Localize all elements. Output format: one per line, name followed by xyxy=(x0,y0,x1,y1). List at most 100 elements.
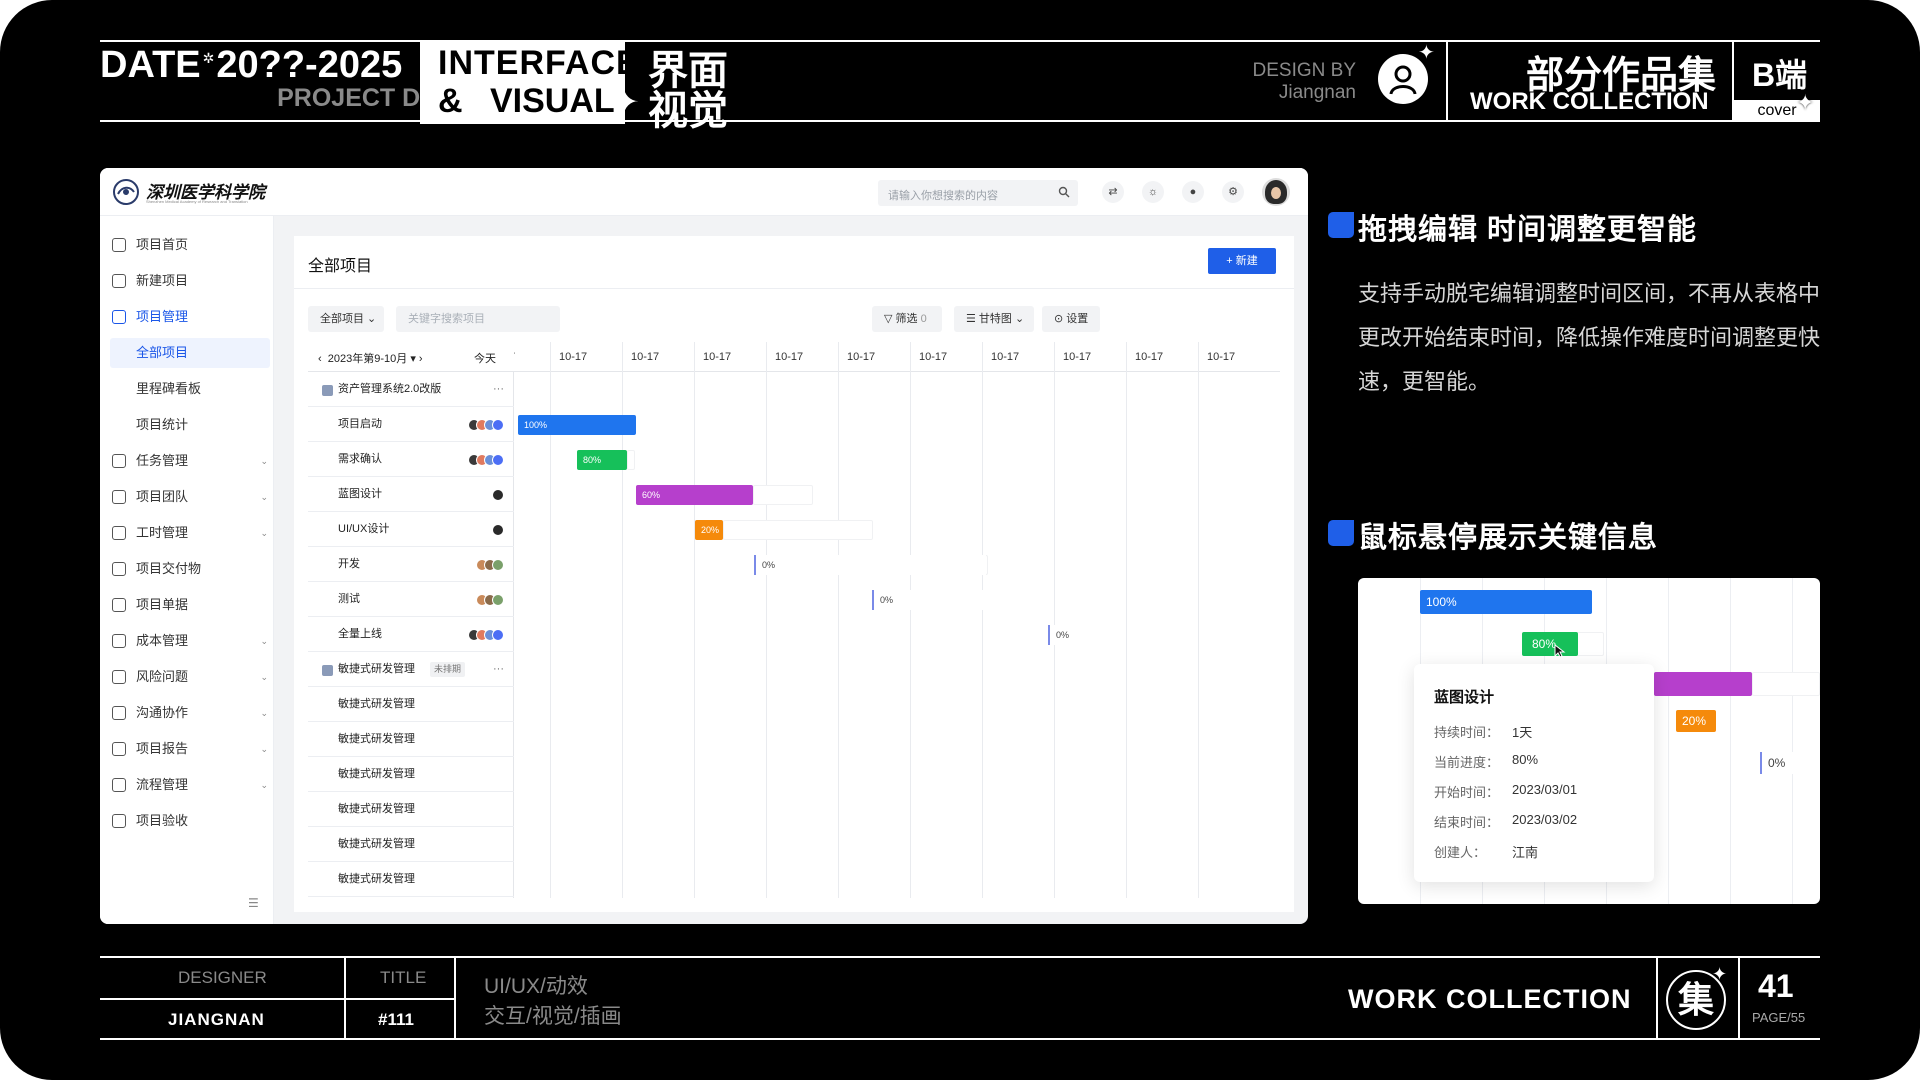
gantt-day-column: 10-17 xyxy=(910,342,982,898)
more-icon[interactable]: ··· xyxy=(493,372,504,407)
gantt-day-column: 10-17 xyxy=(766,342,838,898)
page-number: 41 xyxy=(1758,968,1794,1004)
global-search-input[interactable]: 请输入你想搜索的内容 xyxy=(878,180,1078,206)
collapse-checkbox-icon[interactable] xyxy=(322,385,333,396)
grid-icon xyxy=(112,454,126,468)
sidebar-item-risk[interactable]: 风险问题 ⌄ xyxy=(112,662,268,692)
gantt-bar[interactable]: 80% xyxy=(577,450,627,470)
gantt-bar[interactable]: 100% xyxy=(518,415,636,435)
gantt-task-row[interactable]: UI/UX设计 xyxy=(308,512,514,547)
gantt-task-row[interactable]: 蓝图设计 xyxy=(308,477,514,512)
sidebar-sub-all-projects[interactable]: 全部项目 xyxy=(110,338,270,368)
sidebar-item-communication[interactable]: 沟通协作 ⌄ xyxy=(112,698,268,728)
sidebar-item-deliverables[interactable]: 项目交付物 xyxy=(112,554,268,584)
gantt-task-list: ‹ 2023年第9-10月 ▾ › 今天 资产管理系统2.0改版 ··· 项目启动需… xyxy=(308,342,514,898)
collapse-checkbox-icon[interactable] xyxy=(322,665,333,676)
gantt-bar[interactable]: 0% xyxy=(872,590,1048,610)
gantt-chart: 10-17 10-17 10-17 10-17 10-17 10-17 10-17 10-17… xyxy=(308,342,1280,898)
filter-button[interactable]: ▽ 筛选 0 xyxy=(872,306,942,332)
sparkle-icon: ✦ xyxy=(1796,90,1815,115)
gantt-bar[interactable]: 0% xyxy=(1760,752,1820,774)
tooltip-value: 80% xyxy=(1512,752,1539,767)
gantt-task-row[interactable]: 全量上线 xyxy=(308,617,514,652)
chevron-down-icon: ⌄ xyxy=(260,672,268,682)
gantt-column-label: 10-17 xyxy=(1063,351,1092,363)
folder-icon xyxy=(112,310,126,324)
assignee-avatars xyxy=(492,489,506,501)
settings-button[interactable]: ⊙ 设置 xyxy=(1042,306,1100,332)
hover-preview: 100% 80% 20% 0% 蓝图设计 持续时间： 1天 当前进度： 80% 开始… xyxy=(1358,578,1820,904)
chevron-down-icon: ⌄ xyxy=(260,708,268,718)
tooltip-value: 2023/03/02 xyxy=(1512,812,1578,827)
gantt-row-label: 敏捷式研发管理 xyxy=(338,768,415,780)
gantt-row-label: 测试 xyxy=(338,593,360,605)
chevron-down-icon: ⌄ xyxy=(260,492,268,502)
sidebar-item-project-management[interactable]: 项目管理 xyxy=(112,302,268,332)
gantt-bar[interactable]: 0% xyxy=(754,555,986,575)
avatar xyxy=(492,594,504,606)
translate-icon[interactable]: ⇄ xyxy=(1102,181,1124,203)
new-project-button[interactable]: + 新建 xyxy=(1208,248,1276,274)
gantt-subtask-row[interactable]: 敏捷式研发管理 xyxy=(308,757,514,792)
sidebar-item-cost[interactable]: 成本管理 ⌄ xyxy=(112,626,268,656)
gantt-group-row[interactable]: 敏捷式研发管理 ··· 未排期 xyxy=(308,652,514,687)
gantt-row-label: 敏捷式研发管理 xyxy=(338,838,415,850)
gantt-bar[interactable]: 20% xyxy=(1676,710,1716,732)
gantt-task-row[interactable]: 项目启动 xyxy=(308,407,514,442)
collapse-menu-icon[interactable]: ☰ xyxy=(248,896,259,910)
sidebar-item-bills[interactable]: 项目单据 xyxy=(112,590,268,620)
gantt-bar[interactable]: 100% xyxy=(1420,590,1592,614)
gantt-task-row[interactable]: 开发 xyxy=(308,547,514,582)
sidebar-item-acceptance[interactable]: 项目验收 xyxy=(112,806,268,836)
sidebar-item-process[interactable]: 流程管理 ⌄ xyxy=(112,770,268,800)
project-scope-select[interactable]: 全部项目 ⌄ xyxy=(308,306,384,332)
gantt-subtask-row[interactable]: 敏捷式研发管理 xyxy=(308,722,514,757)
gantt-bar-track xyxy=(723,520,873,540)
gantt-bar[interactable]: 20% xyxy=(695,520,723,540)
gantt-subtask-row[interactable]: 敏捷式研发管理 xyxy=(308,862,514,897)
sidebar: 项目首页 新建项目 项目管理 全部项目 里程碑看板 项目统计 任务管理 ⌄ 项目团… xyxy=(100,216,274,924)
gantt-column-label: 10-17 xyxy=(631,351,660,363)
gantt-column-label: 10-17 xyxy=(1207,351,1236,363)
shield-icon xyxy=(112,670,126,684)
settings-gear-icon[interactable]: ⚙ xyxy=(1222,181,1244,203)
sidebar-sub-milestones[interactable]: 里程碑看板 xyxy=(110,374,270,404)
date-value: 20??-2025 xyxy=(216,44,403,86)
gantt-bar[interactable]: 60% xyxy=(636,485,753,505)
chevron-down-icon: ⌄ xyxy=(260,744,268,754)
view-mode-select[interactable]: ☰ 甘特图 ⌄ xyxy=(954,306,1034,332)
gantt-row-label: 开发 xyxy=(338,558,360,570)
more-icon[interactable]: ··· xyxy=(493,652,504,687)
gantt-icon: ☰ xyxy=(966,313,979,325)
page-title: 全部项目 xyxy=(308,258,373,275)
gantt-bar[interactable]: 0% xyxy=(1048,625,1108,645)
sidebar-item-home[interactable]: 项目首页 xyxy=(112,230,268,260)
keyword-search-input[interactable]: 关键字搜索项目 xyxy=(396,306,560,332)
gantt-task-row[interactable]: 测试 xyxy=(308,582,514,617)
team-icon xyxy=(112,490,126,504)
sparkle-icon: ✦ xyxy=(1418,42,1435,64)
document-icon xyxy=(112,562,126,576)
sidebar-item-new-project[interactable]: 新建项目 xyxy=(112,266,268,296)
gantt-row-label: UI/UX设计 xyxy=(338,523,390,535)
sidebar-item-report[interactable]: 项目报告 ⌄ xyxy=(112,734,268,764)
gantt-task-row[interactable]: 需求确认 xyxy=(308,442,514,477)
sidebar-item-team[interactable]: 项目团队 ⌄ xyxy=(112,482,268,512)
filter-count: 0 xyxy=(920,313,927,325)
gantt-bar-track xyxy=(627,450,635,470)
gantt-subtask-row[interactable]: 敏捷式研发管理 xyxy=(308,792,514,827)
gantt-bar-hovered[interactable]: 80% xyxy=(1522,632,1578,656)
notification-bell-icon[interactable]: ● xyxy=(1182,181,1204,203)
today-button[interactable]: 今天 xyxy=(474,350,496,366)
sidebar-item-tasks[interactable]: 任务管理 ⌄ xyxy=(112,446,268,476)
main-panel: 全部项目 + 新建 全部项目 ⌄ 关键字搜索项目 ▽ 筛选 0 ☰ 甘特图 ⌄ … xyxy=(294,236,1294,912)
gear-icon: ⊙ xyxy=(1054,313,1067,325)
sidebar-sub-statistics[interactable]: 项目统计 xyxy=(110,410,270,440)
gantt-subtask-row[interactable]: 敏捷式研发管理 xyxy=(308,827,514,862)
theme-sun-icon[interactable]: ☼ xyxy=(1142,181,1164,203)
gantt-subtask-row[interactable]: 敏捷式研发管理 xyxy=(308,687,514,722)
sidebar-item-worktime[interactable]: 工时管理 ⌄ xyxy=(112,518,268,548)
user-avatar[interactable] xyxy=(1262,178,1290,206)
gantt-group-row[interactable]: 资产管理系统2.0改版 ··· xyxy=(308,372,514,407)
gantt-bar[interactable] xyxy=(1654,672,1752,696)
